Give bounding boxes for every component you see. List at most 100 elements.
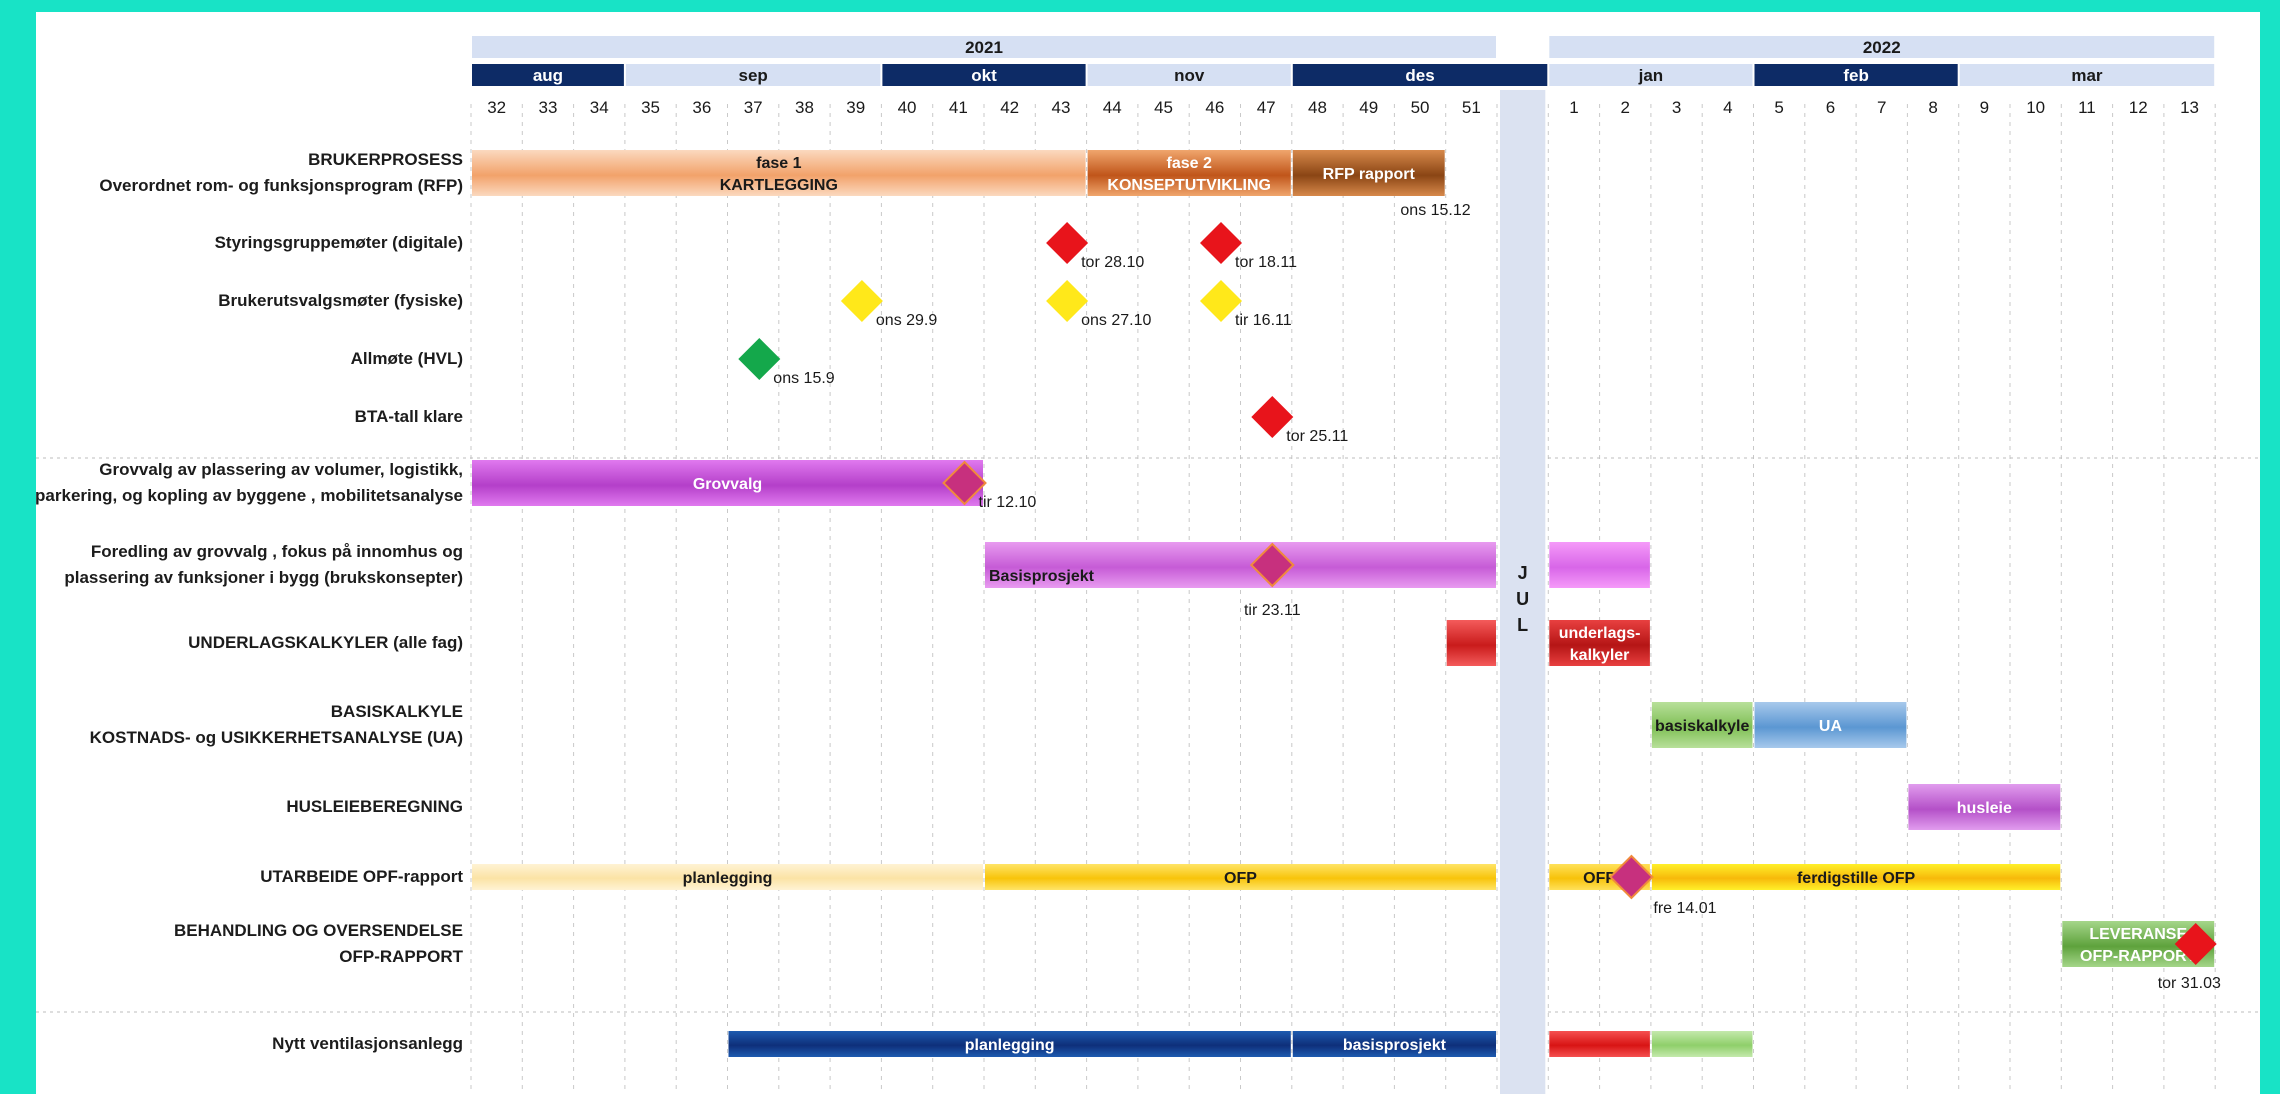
row-label-line: UTARBEIDE OPF-rapport: [260, 867, 463, 886]
milestone-label: ons 15.9: [773, 370, 834, 387]
milestone-label: ons 29.9: [876, 312, 937, 329]
bar-label: KARTLEGGING: [720, 177, 838, 194]
week-number: 49: [1359, 98, 1378, 117]
row-label-line: OFP-RAPPORT: [339, 947, 463, 966]
gantt-frame: 2021 2022 aug sep okt nov des jan feb mar 32 33 34 35…: [36, 12, 2260, 1094]
week-number: 12: [2129, 98, 2148, 117]
holiday-letter: J: [1518, 563, 1528, 583]
bar-label: OFP: [1224, 870, 1257, 887]
row-label-line: Brukerutsvalgsmøter (fysiske): [218, 291, 463, 310]
week-number: 51: [1462, 98, 1481, 117]
week-number: 9: [1980, 98, 1989, 117]
week-number: 43: [1051, 98, 1070, 117]
row-label-line: Nytt ventilasjonsanlegg: [272, 1034, 463, 1053]
milestone-label: tir 16.11: [1235, 312, 1292, 329]
bar-label: Grovvalg: [693, 476, 762, 493]
milestone-label: tor 31.03: [2158, 975, 2221, 992]
row-label-line: HUSLEIEBEREGNING: [286, 797, 463, 816]
milestone-label: tor 25.11: [1286, 428, 1348, 445]
bar-label: KONSEPTUTVIKLING: [1107, 177, 1271, 194]
milestone-label: tir 12.10: [979, 494, 1037, 511]
week-number: 5: [1774, 98, 1783, 117]
row-label-line: UNDERLAGSKALKYLER (alle fag): [188, 633, 463, 652]
row-label-r5: BTA-tall klare: [36, 404, 463, 430]
milestone-label: tir 23.11: [1244, 602, 1301, 619]
week-number: 44: [1103, 98, 1122, 117]
week-number: 33: [538, 98, 557, 117]
row-label-line: BASISKALKYLE: [330, 702, 463, 721]
gantt-bar: [1446, 620, 1496, 666]
row-label-r13: Nytt ventilasjonsanlegg: [36, 1031, 463, 1057]
row-label-line: BTA-tall klare: [354, 407, 463, 426]
row-label-r9: BASISKALKYLE KOSTNADS- og USIKKERHETSANAL…: [36, 699, 463, 751]
week-number: 10: [2026, 98, 2045, 117]
week-number: 2: [1621, 98, 1630, 117]
bar-label: fase 1: [756, 155, 801, 172]
row-label-line: BEHANDLING OG OVERSENDELSE: [173, 921, 463, 940]
holiday-letter: U: [1516, 589, 1529, 609]
bar-label: Basisprosjekt: [989, 568, 1095, 585]
bar-label: RFP rapport: [1323, 166, 1416, 183]
week-number: 7: [1877, 98, 1886, 117]
week-number: 40: [898, 98, 917, 117]
bar-label: planlegging: [683, 870, 773, 887]
week-number: 34: [590, 98, 609, 117]
month-label: sep: [739, 66, 768, 85]
week-number: 38: [795, 98, 814, 117]
bar-label: basiskalkyle: [1655, 718, 1749, 735]
week-number: 36: [692, 98, 711, 117]
bar-label: fase 2: [1167, 155, 1212, 172]
gantt-bar: [1651, 1031, 1753, 1057]
bar-label: OFP-RAPPORT: [2080, 948, 2197, 965]
milestone-label: fre 14.01: [1653, 900, 1716, 917]
week-number: 1: [1569, 98, 1578, 117]
bar-label: LEVERANSE: [2089, 926, 2187, 943]
month-label: okt: [971, 66, 997, 85]
week-number: 6: [1826, 98, 1835, 117]
row-label-r7: Foredling av grovvalg , fokus på innomhu…: [36, 539, 463, 591]
bar-label: ferdigstille OFP: [1797, 870, 1916, 887]
week-number: 35: [641, 98, 660, 117]
week-number: 11: [2078, 98, 2096, 117]
year-label: 2021: [965, 38, 1003, 57]
row-label-r3: Brukerutsvalgsmøter (fysiske): [36, 288, 463, 314]
week-number: 4: [1723, 98, 1732, 117]
bar-label: UA: [1819, 718, 1843, 735]
row-label-line: BRUKERPROSESS: [308, 150, 463, 169]
week-number: 48: [1308, 98, 1327, 117]
row-label-r8: UNDERLAGSKALKYLER (alle fag): [36, 630, 463, 656]
week-number: 50: [1411, 98, 1430, 117]
milestone-label: tor 18.11: [1235, 254, 1297, 271]
row-label-r11: UTARBEIDE OPF-rapport: [36, 864, 463, 890]
row-label-r12: BEHANDLING OG OVERSENDELSE OFP-RAPPORT: [36, 918, 463, 970]
row-label-line: Foredling av grovvalg , fokus på innomhu…: [90, 542, 463, 561]
week-number: 42: [1000, 98, 1019, 117]
year-label: 2022: [1863, 38, 1901, 57]
month-label: des: [1405, 66, 1434, 85]
week-number: 46: [1205, 98, 1224, 117]
month-label: aug: [533, 66, 563, 85]
gantt-bar: [1549, 1031, 1650, 1057]
row-label-line: KOSTNADS- og USIKKERHETSANALYSE (UA): [89, 728, 463, 747]
milestone-label: ons 27.10: [1081, 312, 1151, 329]
bar-label: kalkyler: [1570, 647, 1630, 664]
bar-label: basisprosjekt: [1343, 1037, 1447, 1054]
bar-label: planlegging: [965, 1037, 1055, 1054]
holiday-letter: L: [1517, 615, 1528, 635]
week-number: 37: [744, 98, 763, 117]
row-label-r1: BRUKERPROSESS Overordnet rom- og funksjon…: [36, 147, 463, 199]
row-label-line: Grovvalg av plassering av volumer, logis…: [99, 460, 463, 479]
week-number: 32: [487, 98, 506, 117]
month-label: feb: [1843, 66, 1869, 85]
week-number: 41: [949, 98, 968, 117]
row-label-line: Allmøte (HVL): [350, 349, 463, 368]
milestone-label: tor 28.10: [1081, 254, 1144, 271]
row-label-r4: Allmøte (HVL): [36, 346, 463, 372]
week-number: 39: [846, 98, 865, 117]
bar-label: underlags-: [1559, 625, 1641, 642]
row-label-r6: Grovvalg av plassering av volumer, logis…: [36, 457, 463, 509]
milestone-diamond: [1608, 854, 1654, 900]
week-number: 47: [1257, 98, 1276, 117]
month-label: mar: [2071, 66, 2103, 85]
week-number: 45: [1154, 98, 1173, 117]
